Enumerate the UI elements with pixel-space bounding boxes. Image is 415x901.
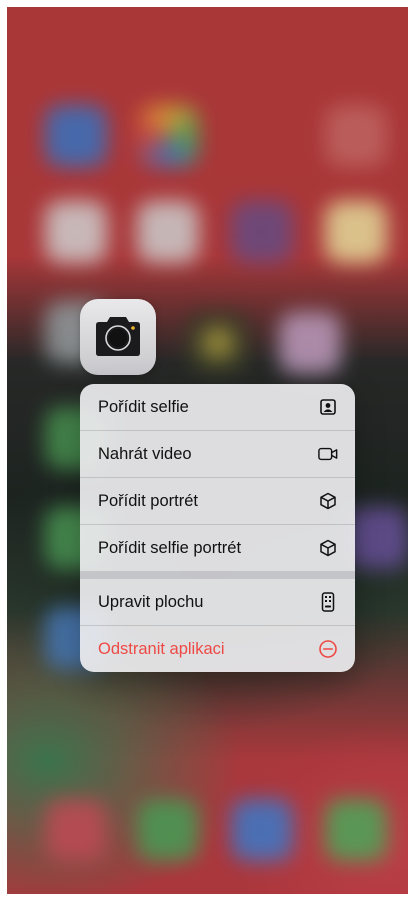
menu-item-edit-home-screen[interactable]: Upravit plochu bbox=[80, 579, 355, 626]
camera-app-icon[interactable] bbox=[80, 299, 156, 375]
video-camera-icon bbox=[318, 444, 338, 464]
menu-group-separator bbox=[80, 571, 355, 579]
cube-icon bbox=[318, 538, 338, 558]
portrait-selfie-icon bbox=[318, 397, 338, 417]
menu-item-label: Pořídit selfie bbox=[98, 397, 189, 416]
menu-item-label: Odstranit aplikaci bbox=[98, 639, 225, 658]
menu-item-remove-app[interactable]: Odstranit aplikaci bbox=[80, 626, 355, 672]
menu-item-label: Pořídit portrét bbox=[98, 491, 198, 510]
menu-item-take-portrait[interactable]: Pořídit portrét bbox=[80, 478, 355, 525]
camera-icon bbox=[96, 317, 140, 356]
cube-icon bbox=[318, 491, 338, 511]
menu-item-record-video[interactable]: Nahrát video bbox=[80, 431, 355, 478]
home-screen: Pořídit selfie Nahrát video Pořídit port… bbox=[7, 7, 408, 894]
context-menu: Pořídit selfie Nahrát video Pořídit port… bbox=[80, 384, 355, 672]
menu-item-take-selfie-portrait[interactable]: Pořídit selfie portrét bbox=[80, 525, 355, 571]
phone-home-screen-icon bbox=[318, 592, 338, 612]
menu-item-label: Upravit plochu bbox=[98, 592, 204, 611]
minus-circle-icon bbox=[318, 639, 338, 659]
menu-item-take-selfie[interactable]: Pořídit selfie bbox=[80, 384, 355, 431]
menu-item-label: Nahrát video bbox=[98, 444, 192, 463]
menu-item-label: Pořídit selfie portrét bbox=[98, 538, 242, 557]
